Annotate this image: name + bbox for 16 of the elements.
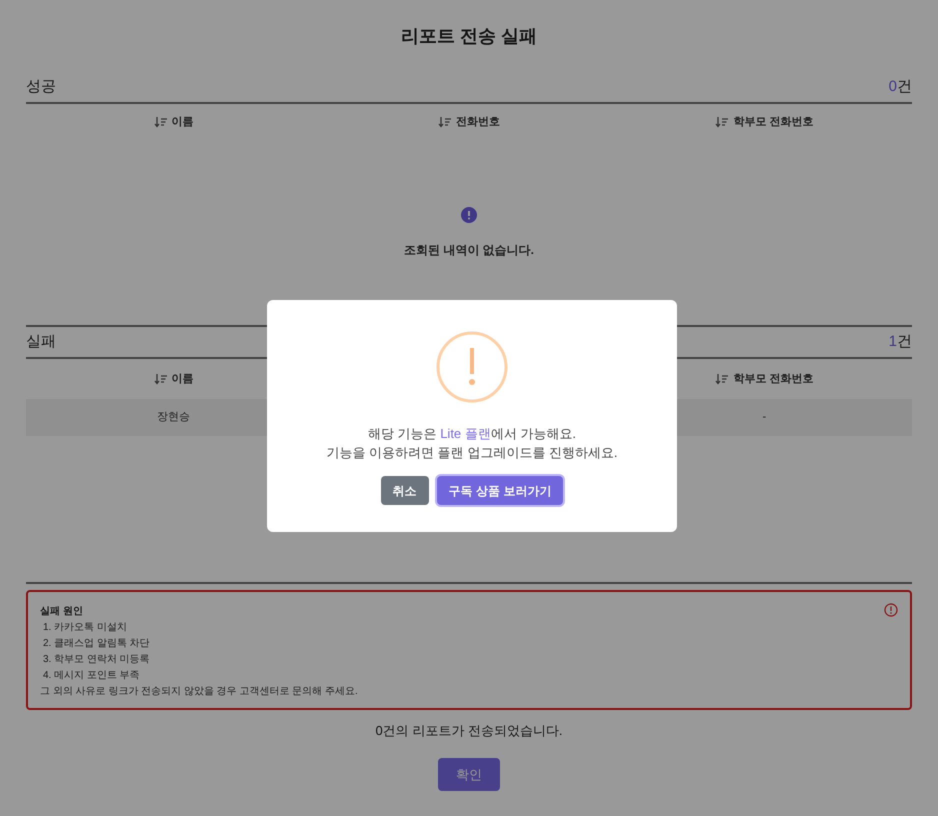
page-title: 리포트 전송 실패 xyxy=(400,24,537,48)
section-title: 성공 xyxy=(26,76,56,96)
summary-text: 0건의 리포트가 전송되었습니다. xyxy=(375,722,563,740)
count-text: 0건 xyxy=(888,76,912,96)
dialog-message: 해당 기능은 Lite 플랜에서 가능해요. 기능을 이용하려면 플랜 업그레이드를 진행하세요. xyxy=(326,425,618,462)
count-text: 1건 xyxy=(888,332,912,352)
reason-item: 4. 메시지 포인트 부족 xyxy=(42,669,140,683)
reason-item: 3. 학부모 연락처 미등록 xyxy=(42,653,150,667)
empty-message: 조회된 내역이 없습니다. xyxy=(404,242,534,259)
table-cell-text: 장현승 xyxy=(157,410,190,426)
reason-item: 2. 클래스업 알림톡 차단 xyxy=(42,637,150,651)
table-cell-text: - xyxy=(762,410,766,426)
reasons-title: 실패 원인 xyxy=(40,605,83,619)
section-title: 실패 xyxy=(26,332,56,352)
reason-item: 1. 카카오톡 미설치 xyxy=(42,621,127,635)
reasons-note: 그 외의 사유로 링크가 전송되지 않았을 경우 고객센터로 문의해 주세요. xyxy=(40,685,358,699)
